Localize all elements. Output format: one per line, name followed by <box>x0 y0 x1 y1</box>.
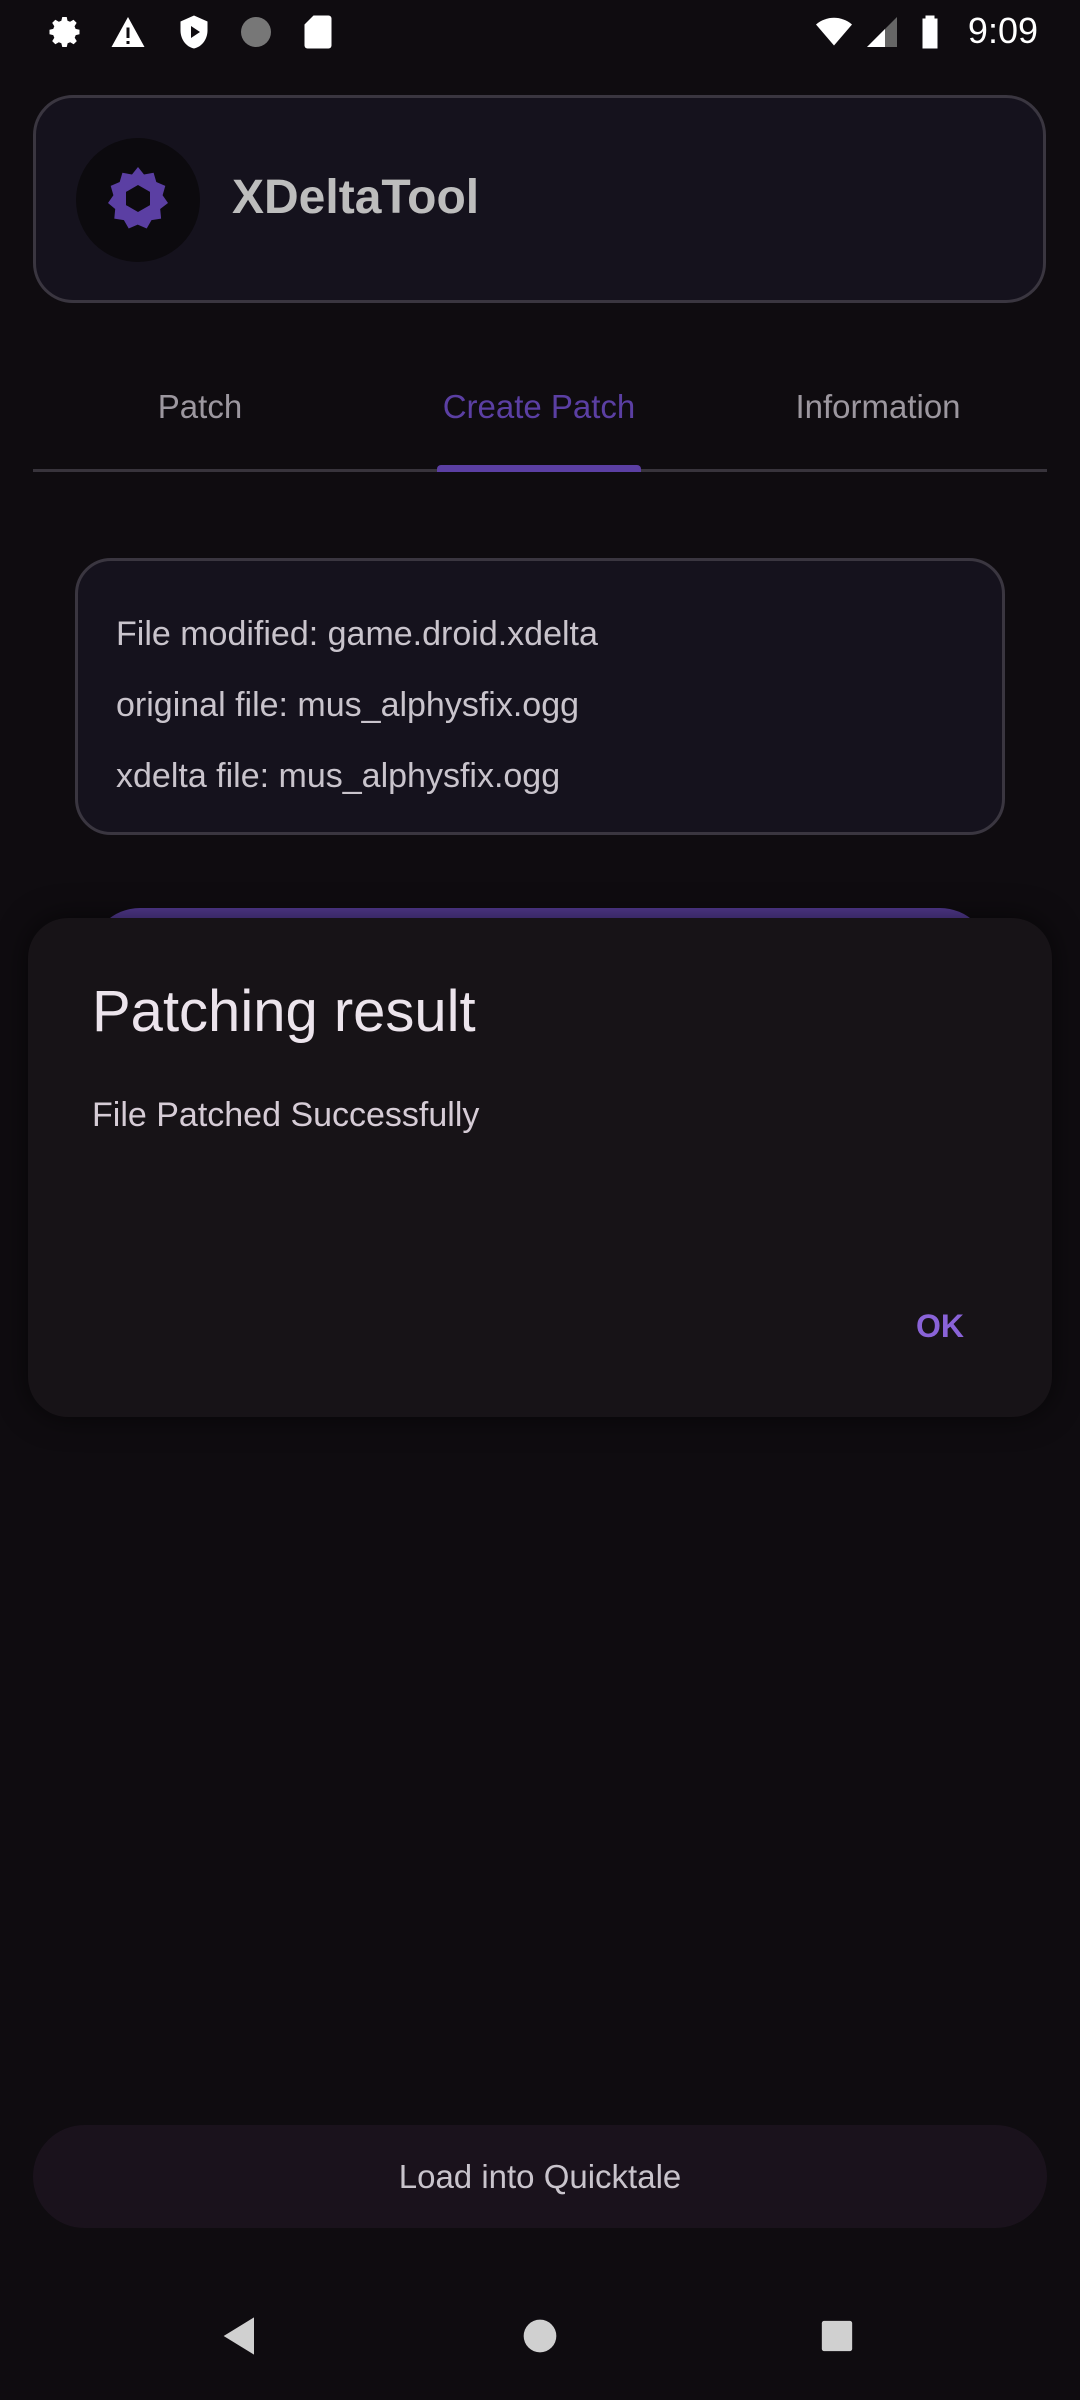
file-modified-text: File modified: game.droid.xdelta <box>116 615 598 653</box>
shield-play-icon <box>180 15 208 49</box>
wifi-icon <box>816 17 852 46</box>
tab-patch[interactable]: Patch <box>35 388 365 426</box>
sd-card-icon <box>304 15 332 49</box>
status-bar: 9:09 <box>0 0 1080 62</box>
patching-result-dialog: Patching result File Patched Successfull… <box>28 918 1052 1417</box>
dialog-message: File Patched Successfully <box>92 1096 480 1134</box>
tab-create-patch[interactable]: Create Patch <box>374 388 704 426</box>
app-title: XDeltaTool <box>232 171 480 224</box>
app-logo <box>76 138 200 262</box>
original-file-text: original file: mus_alphysfix.ogg <box>116 686 580 724</box>
load-button-label: Load into Quicktale <box>398 2157 682 2195</box>
load-into-quicktale-button[interactable]: Load into Quicktale <box>33 2125 1047 2228</box>
signal-icon <box>867 17 897 47</box>
gear-icon <box>108 167 168 229</box>
loading-circle-icon <box>241 17 271 47</box>
clock: 9:09 <box>967 10 1038 51</box>
battery-icon <box>922 15 938 49</box>
ok-button[interactable]: OK <box>896 1298 984 1355</box>
xdelta-file-text: xdelta file: mus_alphysfix.ogg <box>116 757 561 795</box>
file-info-card: File modified: game.droid.xdelta origina… <box>75 558 1005 835</box>
app-header-card: XDeltaTool <box>33 95 1046 303</box>
warning-icon <box>111 17 145 47</box>
recents-icon[interactable] <box>809 2308 865 2364</box>
dialog-title: Patching result <box>92 979 476 1044</box>
gear-icon <box>49 17 80 48</box>
home-icon[interactable] <box>512 2308 568 2364</box>
back-icon[interactable] <box>212 2308 268 2364</box>
tab-information[interactable]: Information <box>713 388 1043 426</box>
tab-indicator <box>437 465 641 472</box>
